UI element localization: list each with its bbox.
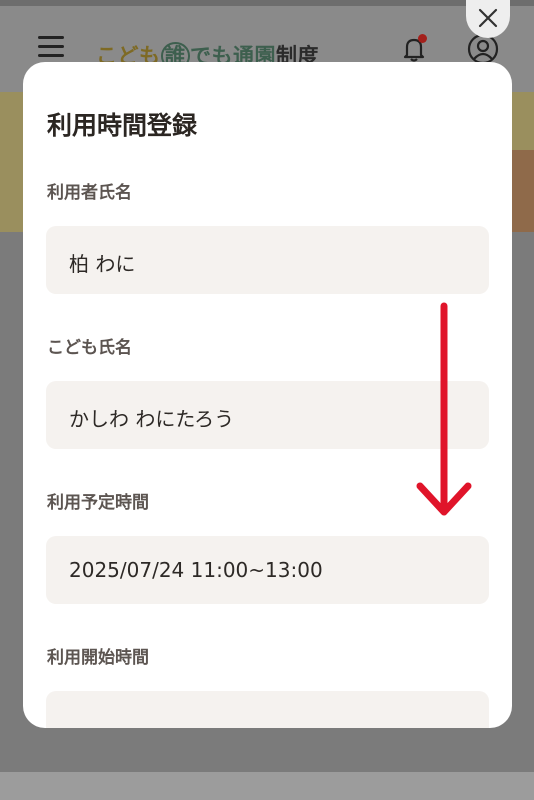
scheduled-time-value: 2025/07/24 11:00~13:00: [69, 558, 323, 582]
scheduled-time-field: 2025/07/24 11:00~13:00: [46, 536, 489, 604]
notification-dot: [418, 34, 427, 43]
start-time-field[interactable]: [46, 691, 489, 728]
modal-title: 利用時間登録: [47, 111, 198, 140]
user-name-field: 柏 わに: [46, 226, 489, 294]
scheduled-time-label: 利用予定時間: [47, 493, 149, 513]
start-time-label: 利用開始時間: [47, 648, 149, 668]
child-name-label: こども氏名: [47, 338, 132, 358]
user-icon[interactable]: [467, 33, 499, 65]
user-name-label: 利用者氏名: [47, 183, 132, 203]
user-name-value: 柏 わに: [69, 252, 136, 276]
hamburger-icon[interactable]: [38, 36, 64, 57]
background-footer: [0, 772, 534, 800]
scroll-down-arrow-icon: [416, 302, 472, 516]
bell-icon[interactable]: [399, 34, 429, 64]
close-icon: [478, 8, 498, 28]
child-name-value: かしわ わにたろう: [69, 407, 235, 431]
